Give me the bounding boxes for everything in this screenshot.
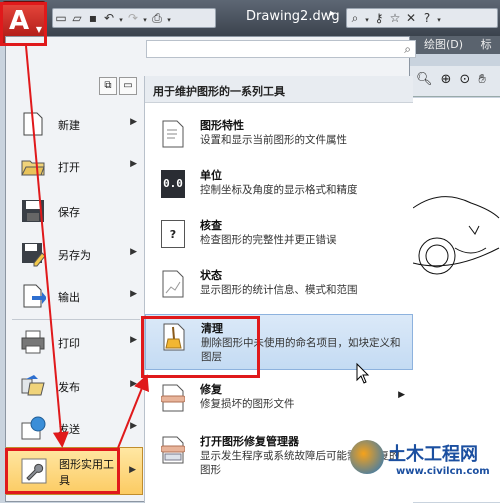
watermark-text: 土木工程网: [388, 444, 478, 465]
annotation-arrows: [25, 45, 370, 449]
watermark-url: www.civilcn.com: [396, 466, 490, 477]
watermark: 土木工程网 www.civilcn.com: [350, 438, 500, 498]
watermark-logo: [350, 440, 384, 474]
